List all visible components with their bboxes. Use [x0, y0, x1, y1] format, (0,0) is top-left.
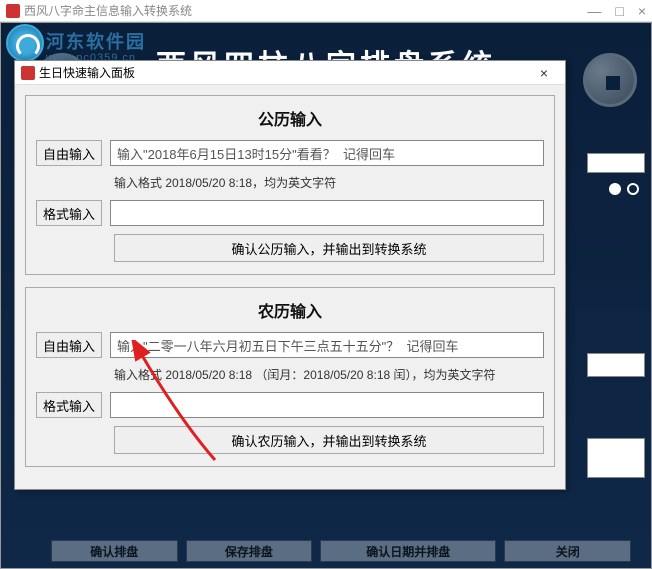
lunar-free-input[interactable]: [110, 332, 544, 358]
lunar-hint: 输入格式 2018/05/20 8:18 （闰月：2018/05/20 8:18…: [114, 366, 544, 384]
dialog-titlebar: 生日快速输入面板 ×: [15, 61, 565, 85]
lunar-group: 农历输入 自由输入 输入格式 2018/05/20 8:18 （闰月：2018/…: [25, 287, 555, 467]
parent-title: 西风八字命主信息输入转换系统: [24, 2, 192, 19]
gregorian-group: 公历输入 自由输入 输入格式 2018/05/20 8:18，均为英文字符 格式…: [25, 95, 555, 275]
maximize-button[interactable]: □: [615, 3, 623, 19]
side-radio-1[interactable]: [609, 183, 621, 195]
gregorian-free-label: 自由输入: [36, 140, 102, 166]
gregorian-hint: 输入格式 2018/05/20 8:18，均为英文字符: [114, 174, 544, 192]
side-panel-2: [587, 438, 645, 478]
gregorian-title: 公历输入: [36, 106, 544, 130]
lunar-confirm-button[interactable]: 确认农历输入，并输出到转换系统: [114, 426, 544, 454]
coin-decoration-right: [583, 53, 637, 107]
close-button-bottom[interactable]: 关闭: [504, 540, 631, 562]
save-paipan-button[interactable]: 保存排盘: [186, 540, 313, 562]
lunar-title: 农历输入: [36, 298, 544, 322]
close-button[interactable]: ×: [638, 3, 646, 19]
dialog-icon: [21, 66, 35, 80]
gregorian-free-input[interactable]: [110, 140, 544, 166]
confirm-paipan-button[interactable]: 确认排盘: [51, 540, 178, 562]
minimize-button[interactable]: —: [587, 3, 601, 19]
birthday-input-dialog: 生日快速输入面板 × 公历输入 自由输入 输入格式 2018/05/20 8:1…: [14, 60, 566, 490]
gregorian-format-input[interactable]: [110, 200, 544, 226]
lunar-format-label: 格式输入: [36, 392, 102, 418]
side-panel-1: [587, 353, 645, 377]
parent-titlebar: 西风八字命主信息输入转换系统 — □ ×: [0, 0, 652, 22]
app-icon: [6, 4, 20, 18]
dialog-close-button[interactable]: ×: [529, 65, 559, 81]
gregorian-confirm-button[interactable]: 确认公历输入，并输出到转换系统: [114, 234, 544, 262]
dialog-title: 生日快速输入面板: [39, 64, 135, 81]
lunar-format-input[interactable]: [110, 392, 544, 418]
side-dropdown-1[interactable]: [587, 153, 645, 173]
gregorian-format-label: 格式输入: [36, 200, 102, 226]
bottom-button-bar: 确认排盘 保存排盘 确认日期并排盘 关闭: [51, 540, 631, 562]
lunar-free-label: 自由输入: [36, 332, 102, 358]
side-radio-2[interactable]: [627, 183, 639, 195]
confirm-date-paipan-button[interactable]: 确认日期并排盘: [320, 540, 496, 562]
